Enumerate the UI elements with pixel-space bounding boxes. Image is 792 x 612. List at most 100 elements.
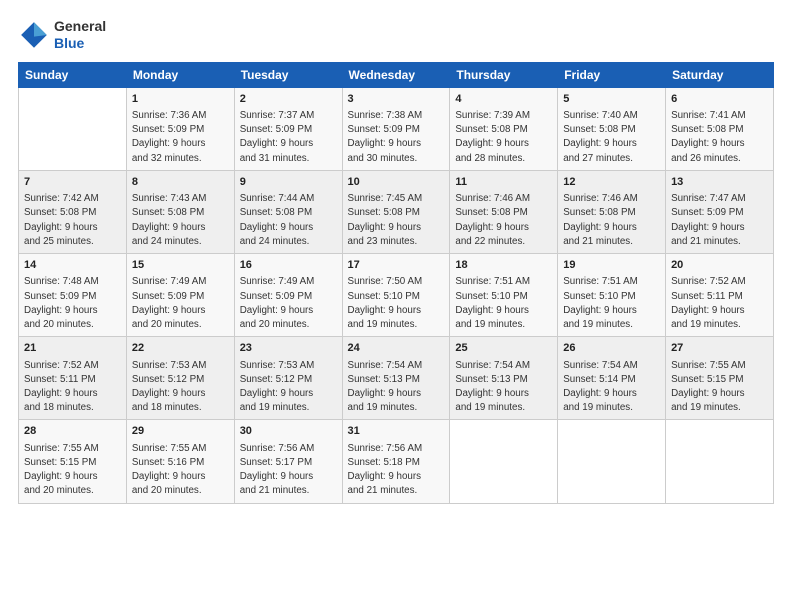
calendar-header-row: SundayMondayTuesdayWednesdayThursdayFrid… [19,62,774,87]
day-info: Sunrise: 7:49 AMSunset: 5:09 PMDaylight:… [132,275,229,332]
day-number: 3 [348,92,445,107]
calendar-cell: 16 Sunrise: 7:49 AMSunset: 5:09 PMDayligh… [234,254,342,337]
day-number: 26 [563,341,660,356]
calendar-cell [666,420,774,503]
header-day-monday: Monday [126,62,234,87]
day-number: 30 [240,424,337,439]
calendar-week-5: 28 Sunrise: 7:55 AMSunset: 5:15 PMDayligh… [19,420,774,503]
day-info: Sunrise: 7:49 AMSunset: 5:09 PMDaylight:… [240,275,337,332]
calendar: SundayMondayTuesdayWednesdayThursdayFrid… [18,62,774,504]
logo-text: General Blue [54,18,106,52]
day-info: Sunrise: 7:36 AMSunset: 5:09 PMDaylight:… [132,109,229,166]
day-number: 6 [671,92,768,107]
calendar-cell: 19Sunrise: 7:51 AMSunset: 5:10 PMDayligh… [558,254,666,337]
day-info: Sunrise: 7:55 AMSunset: 5:15 PMDaylight:… [671,359,768,416]
calendar-cell: 13 Sunrise: 7:47 AMSunset: 5:09 PMDayligh… [666,170,774,253]
day-number: 20 [671,258,768,273]
calendar-week-2: 7 Sunrise: 7:42 AMSunset: 5:08 PMDaylight… [19,170,774,253]
day-number: 24 [348,341,445,356]
day-number: 25 [455,341,552,356]
calendar-cell [19,87,127,170]
day-info: Sunrise: 7:56 AMSunset: 5:18 PMDaylight:… [348,442,445,499]
header-day-wednesday: Wednesday [342,62,450,87]
calendar-cell: 23 Sunrise: 7:53 AMSunset: 5:12 PMDayligh… [234,337,342,420]
header-day-tuesday: Tuesday [234,62,342,87]
calendar-cell: 10Sunrise: 7:45 AMSunset: 5:08 PMDayligh… [342,170,450,253]
calendar-cell: 18 Sunrise: 7:51 AMSunset: 5:10 PMDayligh… [450,254,558,337]
logo: General Blue [18,18,106,52]
calendar-cell: 24 Sunrise: 7:54 AMSunset: 5:13 PMDayligh… [342,337,450,420]
day-info: Sunrise: 7:52 AMSunset: 5:11 PMDaylight:… [671,275,768,332]
calendar-cell: 30 Sunrise: 7:56 AMSunset: 5:17 PMDayligh… [234,420,342,503]
day-number: 2 [240,92,337,107]
day-number: 16 [240,258,337,273]
day-number: 27 [671,341,768,356]
calendar-cell: 31 Sunrise: 7:56 AMSunset: 5:18 PMDayligh… [342,420,450,503]
day-number: 29 [132,424,229,439]
day-number: 31 [348,424,445,439]
calendar-cell [558,420,666,503]
logo-icon [18,19,50,51]
day-number: 17 [348,258,445,273]
day-info: Sunrise: 7:46 AMSunset: 5:08 PMDaylight:… [455,192,552,249]
day-info: Sunrise: 7:53 AMSunset: 5:12 PMDaylight:… [240,359,337,416]
day-number: 22 [132,341,229,356]
day-info: Sunrise: 7:45 AMSunset: 5:08 PMDaylight:… [348,192,445,249]
day-info: Sunrise: 7:54 AMSunset: 5:14 PMDaylight:… [563,359,660,416]
calendar-cell: 3 Sunrise: 7:38 AMSunset: 5:09 PMDaylight… [342,87,450,170]
day-info: Sunrise: 7:47 AMSunset: 5:09 PMDaylight:… [671,192,768,249]
day-info: Sunrise: 7:55 AMSunset: 5:16 PMDaylight:… [132,442,229,499]
calendar-cell: 22 Sunrise: 7:53 AMSunset: 5:12 PMDayligh… [126,337,234,420]
calendar-cell: 2 Sunrise: 7:37 AMSunset: 5:09 PMDaylight… [234,87,342,170]
day-info: Sunrise: 7:44 AMSunset: 5:08 PMDaylight:… [240,192,337,249]
day-info: Sunrise: 7:38 AMSunset: 5:09 PMDaylight:… [348,109,445,166]
day-number: 9 [240,175,337,190]
day-info: Sunrise: 7:51 AMSunset: 5:10 PMDaylight:… [455,275,552,332]
day-number: 23 [240,341,337,356]
day-number: 13 [671,175,768,190]
calendar-cell: 7 Sunrise: 7:42 AMSunset: 5:08 PMDaylight… [19,170,127,253]
calendar-week-4: 21Sunrise: 7:52 AMSunset: 5:11 PMDayligh… [19,337,774,420]
header-day-friday: Friday [558,62,666,87]
day-info: Sunrise: 7:46 AMSunset: 5:08 PMDaylight:… [563,192,660,249]
day-number: 4 [455,92,552,107]
day-number: 11 [455,175,552,190]
calendar-cell: 11 Sunrise: 7:46 AMSunset: 5:08 PMDayligh… [450,170,558,253]
calendar-cell: 27 Sunrise: 7:55 AMSunset: 5:15 PMDayligh… [666,337,774,420]
day-number: 7 [24,175,121,190]
day-info: Sunrise: 7:50 AMSunset: 5:10 PMDaylight:… [348,275,445,332]
header-day-saturday: Saturday [666,62,774,87]
calendar-cell: 5Sunrise: 7:40 AMSunset: 5:08 PMDaylight… [558,87,666,170]
calendar-cell: 14Sunrise: 7:48 AMSunset: 5:09 PMDayligh… [19,254,127,337]
day-info: Sunrise: 7:41 AMSunset: 5:08 PMDaylight:… [671,109,768,166]
header: General Blue [18,18,774,52]
calendar-cell: 21Sunrise: 7:52 AMSunset: 5:11 PMDayligh… [19,337,127,420]
calendar-cell [450,420,558,503]
calendar-cell: 6 Sunrise: 7:41 AMSunset: 5:08 PMDaylight… [666,87,774,170]
calendar-cell: 28 Sunrise: 7:55 AMSunset: 5:15 PMDayligh… [19,420,127,503]
day-number: 18 [455,258,552,273]
day-number: 28 [24,424,121,439]
calendar-cell: 9 Sunrise: 7:44 AMSunset: 5:08 PMDaylight… [234,170,342,253]
day-info: Sunrise: 7:54 AMSunset: 5:13 PMDaylight:… [348,359,445,416]
day-info: Sunrise: 7:40 AMSunset: 5:08 PMDaylight:… [563,109,660,166]
calendar-cell: 1 Sunrise: 7:36 AMSunset: 5:09 PMDaylight… [126,87,234,170]
day-info: Sunrise: 7:43 AMSunset: 5:08 PMDaylight:… [132,192,229,249]
calendar-cell: 17 Sunrise: 7:50 AMSunset: 5:10 PMDayligh… [342,254,450,337]
day-info: Sunrise: 7:55 AMSunset: 5:15 PMDaylight:… [24,442,121,499]
page: General Blue SundayMondayTuesdayWednesda… [0,0,792,612]
calendar-week-1: 1 Sunrise: 7:36 AMSunset: 5:09 PMDaylight… [19,87,774,170]
calendar-cell: 20 Sunrise: 7:52 AMSunset: 5:11 PMDayligh… [666,254,774,337]
header-day-thursday: Thursday [450,62,558,87]
day-info: Sunrise: 7:56 AMSunset: 5:17 PMDaylight:… [240,442,337,499]
day-info: Sunrise: 7:39 AMSunset: 5:08 PMDaylight:… [455,109,552,166]
calendar-cell: 15Sunrise: 7:49 AMSunset: 5:09 PMDayligh… [126,254,234,337]
day-info: Sunrise: 7:42 AMSunset: 5:08 PMDaylight:… [24,192,121,249]
day-number: 19 [563,258,660,273]
day-number: 1 [132,92,229,107]
day-info: Sunrise: 7:53 AMSunset: 5:12 PMDaylight:… [132,359,229,416]
day-info: Sunrise: 7:37 AMSunset: 5:09 PMDaylight:… [240,109,337,166]
calendar-cell: 8Sunrise: 7:43 AMSunset: 5:08 PMDaylight… [126,170,234,253]
calendar-cell: 12Sunrise: 7:46 AMSunset: 5:08 PMDayligh… [558,170,666,253]
calendar-cell: 26 Sunrise: 7:54 AMSunset: 5:14 PMDayligh… [558,337,666,420]
